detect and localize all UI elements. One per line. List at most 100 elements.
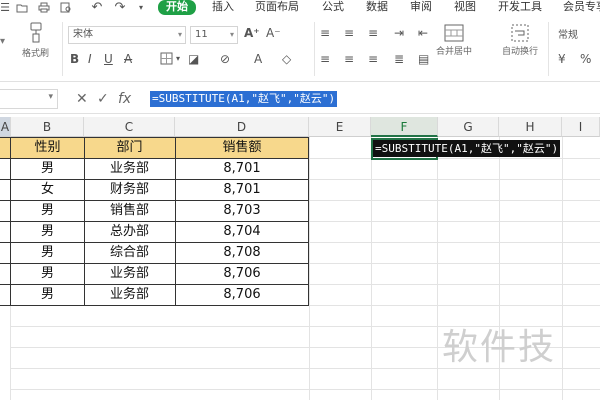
align-top-icon[interactable]: ≡ xyxy=(320,26,330,40)
table-cell[interactable]: 8,701 xyxy=(175,179,309,200)
tab-developer[interactable]: 开发工具 xyxy=(498,0,542,15)
table-cell[interactable]: 业务部 xyxy=(84,263,175,284)
undo-icon[interactable]: ↶ xyxy=(90,0,104,15)
column-header-d[interactable]: D xyxy=(175,117,309,137)
print-icon[interactable] xyxy=(36,1,52,14)
table-cell[interactable]: 男 xyxy=(11,221,84,242)
merge-center-button[interactable]: 合并居中 xyxy=(436,24,472,57)
format-painter-label: 格式刷 xyxy=(22,49,50,59)
chevron-down-icon: ▾ xyxy=(0,36,6,47)
table-cell[interactable]: 男 xyxy=(11,284,84,305)
table-cell[interactable]: 8,706 xyxy=(175,263,309,284)
increase-font-icon[interactable]: A⁺ xyxy=(244,26,260,40)
table-cell[interactable]: 销售部 xyxy=(84,200,175,221)
font-name-select[interactable]: 宋体 ▾ xyxy=(68,26,186,44)
column-header-f[interactable]: F xyxy=(371,117,438,137)
number-format-select[interactable]: 常规 xyxy=(558,26,578,41)
watermark: 软件技 xyxy=(442,327,557,368)
font-size-select[interactable]: 11 ▾ xyxy=(190,26,238,44)
tab-review[interactable]: 审阅 xyxy=(410,0,432,15)
outdent-icon[interactable]: ⇤ xyxy=(418,26,428,40)
font-color-icon[interactable]: A xyxy=(254,52,262,66)
merge-cells-icon xyxy=(444,24,464,42)
table-cell[interactable]: 8,708 xyxy=(175,242,309,263)
header-cell-department[interactable]: 部门 xyxy=(84,137,175,158)
percent-icon[interactable]: % xyxy=(580,52,591,66)
currency-icon[interactable]: ¥ xyxy=(558,52,566,66)
table-cell[interactable]: 男 xyxy=(11,263,84,284)
table-cell[interactable]: 男 xyxy=(11,242,84,263)
formula-input[interactable]: =SUBSTITUTE(A1,"赵飞","赵云") xyxy=(150,91,338,107)
bold-icon[interactable]: B xyxy=(70,52,79,66)
italic-icon[interactable]: I xyxy=(88,52,92,66)
ribbon-toolbar: ▾ 格式刷 宋体 ▾ 11 ▾ A⁺ A⁻ B I U A ▾ ◪ ⊘ A ◇ … xyxy=(0,16,600,82)
column-header-b[interactable]: B xyxy=(11,117,84,137)
cell-editor[interactable]: =SUBSTITUTE(A1,"赵飞","赵云") xyxy=(373,140,561,157)
copy-button[interactable]: ▾ xyxy=(0,36,5,47)
formula-bar: ▾ ✕ ✓ fx =SUBSTITUTE(A1,"赵飞","赵云") xyxy=(0,86,600,114)
indent-icon[interactable]: ⇥ xyxy=(394,26,404,40)
align-bottom-icon[interactable]: ≡ xyxy=(368,26,378,40)
distributed-icon[interactable]: ▤ xyxy=(418,52,429,66)
table-cell[interactable]: 业务部 xyxy=(84,158,175,179)
justify-icon[interactable]: ≣ xyxy=(394,52,404,66)
align-middle-icon[interactable]: ≡ xyxy=(344,26,354,40)
chevron-down-icon: ▾ xyxy=(229,30,234,39)
cancel-edit-icon[interactable]: ✕ xyxy=(76,91,88,107)
menu-icon[interactable]: ☰ xyxy=(0,1,10,14)
border-icon[interactable] xyxy=(160,52,173,68)
tab-page-layout[interactable]: 页面布局 xyxy=(255,0,299,15)
decrease-font-icon[interactable]: A⁻ xyxy=(266,26,281,40)
print-preview-icon[interactable] xyxy=(58,1,74,14)
chevron-down-icon: ▾ xyxy=(48,92,53,102)
table-cell[interactable]: 男 xyxy=(11,200,84,221)
table-cell[interactable]: 8,703 xyxy=(175,200,309,221)
fill-color-icon[interactable]: ◪ xyxy=(188,52,199,66)
folder-open-icon[interactable] xyxy=(14,1,30,14)
tab-view[interactable]: 视图 xyxy=(454,0,476,15)
table-cell[interactable]: 女 xyxy=(11,179,84,200)
align-left-icon[interactable]: ≡ xyxy=(320,52,330,66)
tab-home[interactable]: 开始 xyxy=(158,0,196,15)
tab-data[interactable]: 数据 xyxy=(366,0,388,15)
table-cell[interactable]: 8,704 xyxy=(175,221,309,242)
wrap-text-icon xyxy=(511,24,529,42)
table-cell[interactable]: 8,701 xyxy=(175,158,309,179)
eraser-icon[interactable]: ◇ xyxy=(282,52,291,66)
column-header-g[interactable]: G xyxy=(438,117,499,137)
table-cell[interactable]: 业务部 xyxy=(84,284,175,305)
column-header-i[interactable]: I xyxy=(562,117,600,137)
chevron-down-icon[interactable]: ▾ xyxy=(176,54,180,63)
column-header-e[interactable]: E xyxy=(309,117,371,137)
confirm-edit-icon[interactable]: ✓ xyxy=(97,91,109,107)
wrap-text-button[interactable]: 自动换行 xyxy=(502,24,538,57)
column-header-h[interactable]: H xyxy=(499,117,562,137)
align-center-icon[interactable]: ≡ xyxy=(344,52,354,66)
tab-member[interactable]: 会员专享 xyxy=(563,0,600,15)
wrap-text-label: 自动换行 xyxy=(502,47,539,57)
column-header-c[interactable]: C xyxy=(84,117,175,137)
format-painter-button[interactable]: 格式刷 xyxy=(22,22,49,59)
table-cell[interactable]: 总办部 xyxy=(84,221,175,242)
redo-icon[interactable]: ↷ xyxy=(113,0,127,15)
tab-insert[interactable]: 插入 xyxy=(212,0,234,15)
strikethrough-icon[interactable]: A xyxy=(124,52,132,66)
align-right-icon[interactable]: ≡ xyxy=(368,52,378,66)
dropdown-icon[interactable]: ▾ xyxy=(135,1,147,14)
insert-function-icon[interactable]: fx xyxy=(118,91,131,107)
table-cell[interactable]: 财务部 xyxy=(84,179,175,200)
underline-icon[interactable]: U xyxy=(104,52,113,66)
header-cell-gender[interactable]: 性别 xyxy=(11,137,84,158)
font-size-value: 11 xyxy=(195,29,208,40)
clear-format-icon[interactable]: ⊘ xyxy=(220,52,230,66)
table-cell[interactable]: 男 xyxy=(11,158,84,179)
header-cell-sales[interactable]: 销售额 xyxy=(175,137,309,158)
tab-formulas[interactable]: 公式 xyxy=(322,0,344,15)
merge-center-label: 合并居中 xyxy=(436,47,473,57)
menu-tab-bar: ☰ ↶ ↷ ▾ 开始 插入 页面布局 公式 数据 审阅 视图 开发工具 会员专享 xyxy=(0,0,600,16)
format-painter-icon xyxy=(30,22,41,43)
column-header-a[interactable]: A xyxy=(0,117,11,137)
name-box[interactable]: ▾ xyxy=(0,89,58,109)
table-cell[interactable]: 8,706 xyxy=(175,284,309,305)
table-cell[interactable]: 综合部 xyxy=(84,242,175,263)
